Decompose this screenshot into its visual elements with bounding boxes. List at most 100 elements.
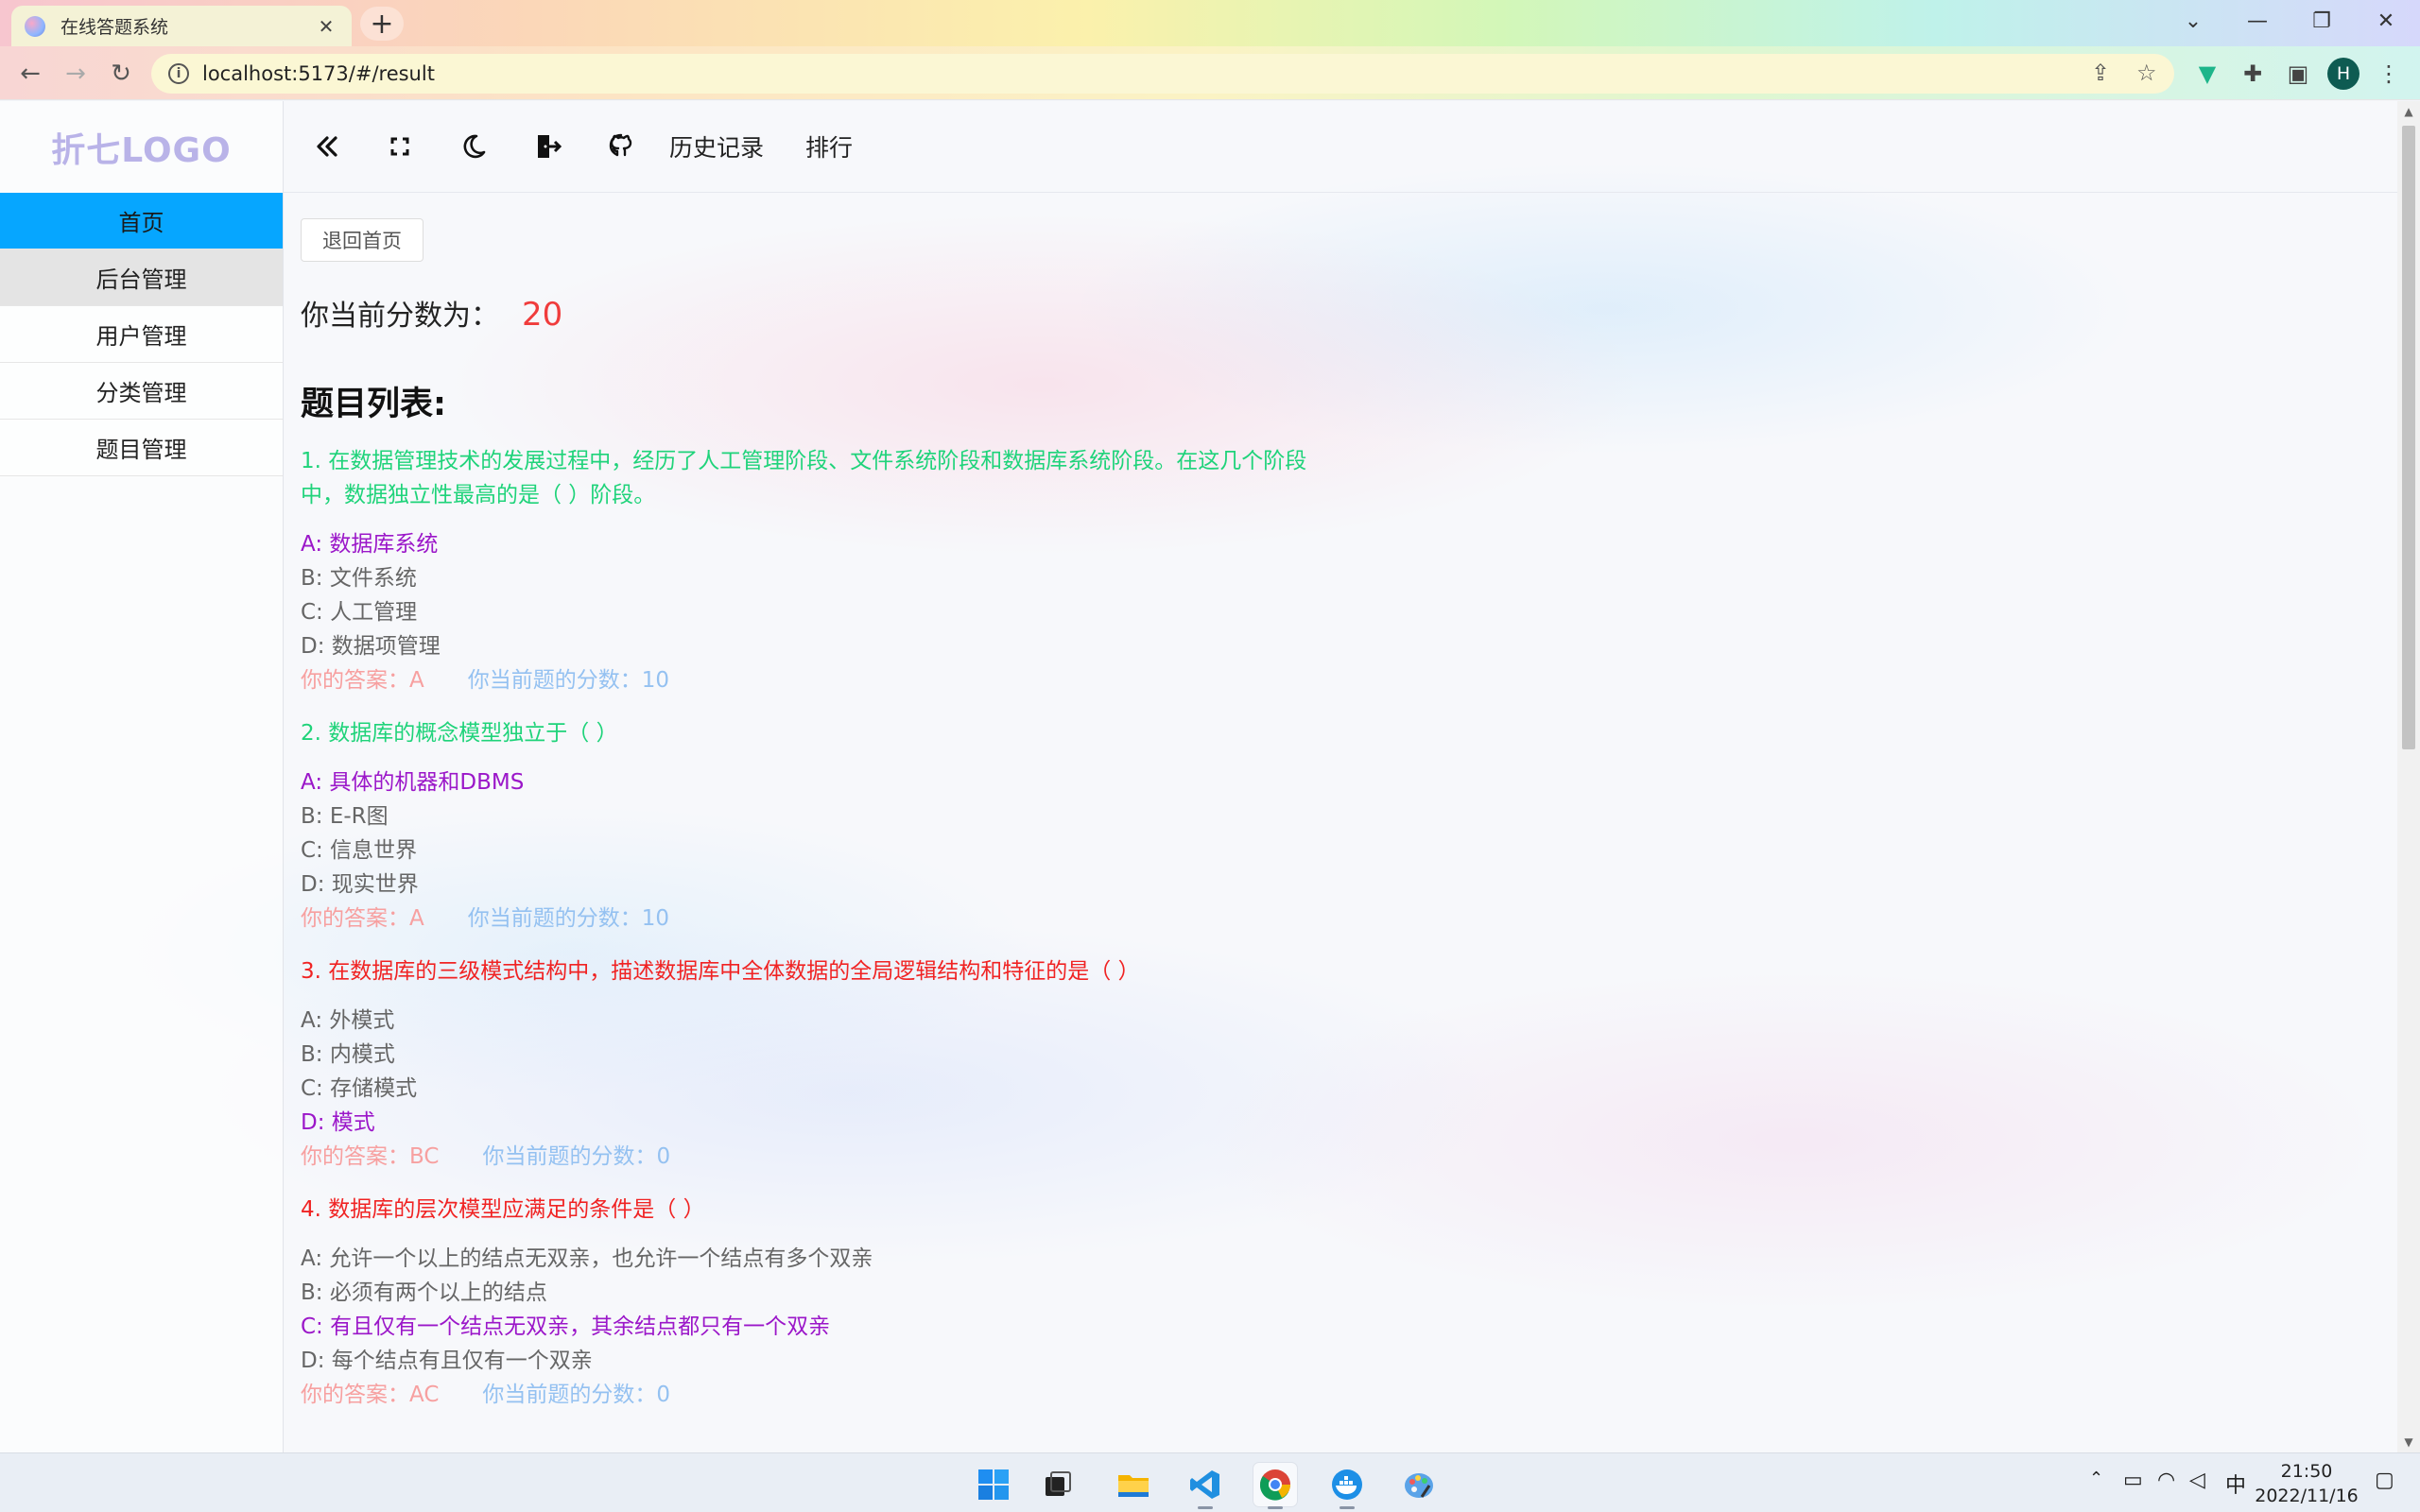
option-list: A: 允许一个以上的结点无双亲，也允许一个结点有多个双亲 B: 必须有两个以上的结… — [301, 1242, 2097, 1378]
result-content: 退回首页 你当前分数为： 20 题目列表: 1. 在数据管理技术的发展过程中，经… — [301, 218, 2097, 1412]
sidebar-item-admin[interactable]: 后台管理 — [0, 249, 283, 306]
notifications-icon[interactable]: ▢ — [2375, 1469, 2394, 1492]
vue-devtools-extension-icon[interactable]: ▼ — [2191, 58, 2223, 90]
browser-tab[interactable]: 在线答题系统 ✕ — [11, 6, 352, 46]
wifi-icon[interactable]: ◠ — [2157, 1469, 2175, 1492]
score-line: 你当前分数为： 20 — [301, 292, 2097, 334]
chrome-icon[interactable] — [1253, 1463, 1297, 1509]
question-item: 4. 数据库的层次模型应满足的条件是（ ） A: 允许一个以上的结点无双亲，也允许… — [301, 1193, 2097, 1412]
question-item: 3. 在数据库的三级模式结构中，描述数据库中全体数据的全局逻辑结构和特征的是（ … — [301, 954, 2097, 1174]
option: A: 外模式 — [301, 1008, 395, 1033]
fullscreen-icon — [390, 137, 409, 156]
option-list: A: 数据库系统 B: 文件系统 C: 人工管理 D: 数据项管理 — [301, 527, 2097, 663]
history-link[interactable]: 历史记录 — [669, 129, 764, 163]
task-view-icon[interactable] — [1036, 1463, 1080, 1506]
file-explorer-icon[interactable] — [1112, 1463, 1155, 1506]
my-answer: 你的答案：BC — [301, 1144, 440, 1169]
dark-mode-icon — [463, 134, 486, 159]
answer-line: 你的答案：A 你当前题的分数：10 — [301, 902, 2097, 936]
question-title: 4. 数据库的层次模型应满足的条件是（ ） — [301, 1197, 705, 1222]
score-label: 你当前分数为： — [301, 300, 499, 333]
question-title: 1. 在数据管理技术的发展过程中，经历了人工管理阶段、文件系统阶段和数据库系统阶… — [301, 449, 1307, 507]
docker-icon[interactable] — [1325, 1463, 1369, 1509]
running-indicator — [1268, 1506, 1283, 1509]
extensions-puzzle-icon[interactable]: ✚ — [2237, 58, 2269, 90]
back-home-button[interactable]: 退回首页 — [301, 218, 424, 262]
question-list: 1. 在数据管理技术的发展过程中，经历了人工管理阶段、文件系统阶段和数据库系统阶… — [301, 444, 2097, 1412]
top-navigation: 历史记录 排行 — [284, 101, 2397, 193]
question-points: 你当前题的分数：0 — [482, 1383, 671, 1407]
logout-icon — [538, 135, 562, 158]
option: B: 内模式 — [301, 1042, 395, 1067]
paint-app-icon[interactable] — [1397, 1463, 1441, 1506]
volume-icon[interactable]: ◁ — [2189, 1469, 2205, 1492]
close-window-icon[interactable]: ✕ — [2354, 0, 2418, 42]
minimize-window-icon[interactable]: — — [2225, 0, 2290, 42]
sidebar-item-users[interactable]: 用户管理 — [0, 306, 283, 363]
question-title: 2. 数据库的概念模型独立于（ ） — [301, 721, 618, 746]
correct-option: A: 数据库系统 — [301, 532, 439, 557]
new-tab-button[interactable]: + — [360, 7, 404, 41]
option: B: E-R图 — [301, 804, 389, 829]
fullscreen-button[interactable] — [363, 118, 437, 175]
windows-taskbar: ⌃ ▭ ◠ ◁ 中 21:50 2022/11/16 ▢ — [0, 1452, 2420, 1512]
site-favicon-icon — [25, 15, 45, 37]
option-list: A: 具体的机器和DBMS B: E-R图 C: 信息世界 D: 现实世界 — [301, 765, 2097, 902]
reload-icon[interactable]: ↻ — [102, 56, 140, 92]
system-clock[interactable]: 21:50 2022/11/16 — [2250, 1459, 2363, 1508]
browser-tab-bar: 在线答题系统 ✕ + ⌄ — ❐ ✕ — [0, 0, 2420, 46]
url-text[interactable]: localhost:5173/#/result — [202, 62, 435, 85]
show-hidden-icons-icon[interactable]: ⌃ — [2089, 1469, 2103, 1488]
address-bar[interactable]: i localhost:5173/#/result — [151, 54, 2174, 94]
github-button[interactable] — [584, 118, 658, 175]
sidebar-item-questions[interactable]: 题目管理 — [0, 420, 283, 476]
profile-avatar[interactable]: H — [2327, 58, 2360, 90]
my-answer: 你的答案：AC — [301, 1383, 440, 1407]
option: B: 文件系统 — [301, 566, 417, 591]
score-value: 20 — [522, 296, 563, 334]
close-tab-icon[interactable]: ✕ — [314, 15, 338, 38]
sidebar-item-categories[interactable]: 分类管理 — [0, 363, 283, 420]
forward-arrow-icon[interactable]: → — [57, 56, 95, 92]
running-indicator — [1340, 1506, 1355, 1509]
input-method-indicator[interactable]: 中 — [2225, 1469, 2246, 1499]
battery-icon[interactable]: ▭ — [2123, 1469, 2143, 1492]
scroll-up-icon[interactable]: ▲ — [2397, 101, 2420, 122]
github-icon — [609, 133, 632, 157]
option-list: A: 外模式 B: 内模式 C: 存储模式 D: 模式 — [301, 1004, 2097, 1140]
question-points: 你当前题的分数：10 — [467, 668, 670, 693]
collapse-sidebar-button[interactable] — [289, 118, 363, 175]
start-menu-icon[interactable] — [972, 1463, 1015, 1506]
question-points: 你当前题的分数：10 — [467, 906, 670, 931]
answer-line: 你的答案：BC 你当前题的分数：0 — [301, 1140, 2097, 1174]
option: A: 允许一个以上的结点无双亲，也允许一个结点有多个双亲 — [301, 1246, 873, 1271]
scrollbar-thumb[interactable] — [2402, 126, 2415, 749]
browser-menu-icon[interactable]: ⋮ — [2373, 58, 2405, 90]
vscode-icon[interactable] — [1184, 1463, 1227, 1509]
bookmark-star-icon[interactable]: ☆ — [2136, 60, 2157, 86]
option: C: 信息世界 — [301, 838, 418, 863]
question-title: 3. 在数据库的三级模式结构中，描述数据库中全体数据的全局逻辑结构和特征的是（ … — [301, 959, 1140, 984]
ranking-link[interactable]: 排行 — [805, 129, 853, 163]
option: D: 数据项管理 — [301, 634, 441, 659]
share-icon[interactable]: ⇪ — [2091, 60, 2110, 86]
back-arrow-icon[interactable]: ← — [11, 56, 49, 92]
scroll-down-icon[interactable]: ▼ — [2397, 1432, 2420, 1452]
site-info-icon[interactable]: i — [168, 63, 189, 84]
answer-line: 你的答案：AC 你当前题的分数：0 — [301, 1378, 2097, 1412]
dark-mode-button[interactable] — [437, 118, 510, 175]
sidebar: 折七LOGO 首页 后台管理 用户管理 分类管理 题目管理 — [0, 101, 284, 1452]
correct-option: D: 模式 — [301, 1110, 375, 1135]
page-scrollbar[interactable]: ▲ ▼ — [2397, 101, 2420, 1452]
restore-window-icon[interactable]: ❐ — [2290, 0, 2354, 42]
side-panel-icon[interactable]: ▣ — [2282, 58, 2314, 90]
my-answer: 你的答案：A — [301, 906, 424, 931]
logout-button[interactable] — [510, 118, 584, 175]
option: D: 每个结点有且仅有一个双亲 — [301, 1349, 593, 1373]
site-logo[interactable]: 折七LOGO — [0, 101, 283, 193]
tab-search-chevron-icon[interactable]: ⌄ — [2161, 0, 2225, 42]
question-points: 你当前题的分数：0 — [482, 1144, 671, 1169]
my-answer: 你的答案：A — [301, 668, 424, 693]
browser-toolbar: ← → ↻ i localhost:5173/#/result ⇪ ☆ ▼ ✚ … — [0, 46, 2420, 100]
sidebar-item-home[interactable]: 首页 — [0, 193, 283, 249]
